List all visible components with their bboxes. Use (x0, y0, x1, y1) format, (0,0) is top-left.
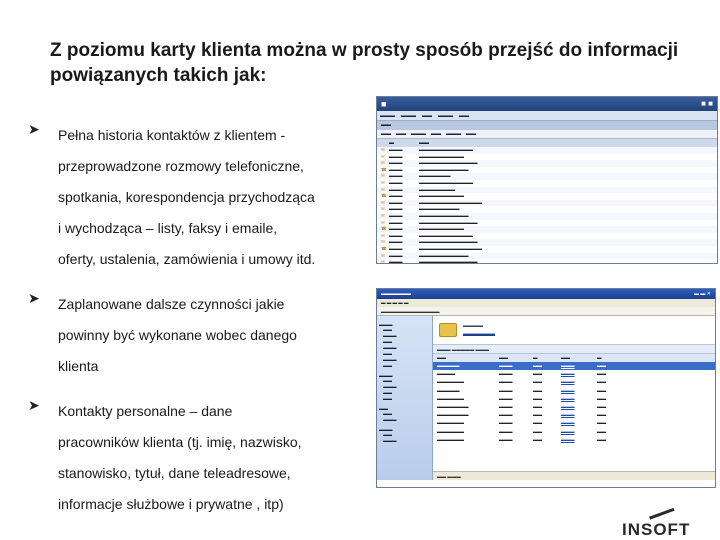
table-row: ▬▬▬▬▬▬ ▬▬▬ ▬▬ ▬▬▬ ▬▬ (437, 395, 606, 401)
table-row: ✉ ▬▬▬ ▬▬▬▬▬▬▬▬▬▬▬ (377, 252, 717, 260)
window-table-body: ▬▬▬▬▬ ▬▬▬ ▬▬ ▬▬▬ ▬▬ ▬▬▬▬ ▬▬▬ ▬▬ ▬▬▬ ▬▬ ▬▬▬▬▬▬ ▬▬▬… (433, 362, 715, 444)
window-page-header: ▬▬▬▬ ▬▬▬▬ (433, 316, 715, 344)
window-table-header: ▬▬ ▬▬ ▬ ▬▬ ▬ (433, 354, 715, 362)
crm-window-screenshot: ▬▬▬▬▬▬ ▬ ▬ ✕ ▬ ▬ ▬ ▬ ▬ ▬▬▬▬▬▬▬▬▬▬▬▬▬ ▬▬▬ … (376, 288, 716, 488)
table-row: ▬▬▬▬▬▬ ▬▬▬ ▬▬ ▬▬▬ ▬▬ (437, 428, 606, 434)
crm-history-screenshot: ■ ■ ■ ▬▬▬ ▬▬▬ ▬▬ ▬▬▬ ▬▬ ▬▬ ▬▬ ▬▬ ▬▬▬ ▬▬ ▬▬▬ ▬▬ ▬ ▬▬… (376, 96, 718, 264)
table-row: ▬▬▬▬▬▬ ▬▬▬ ▬▬ ▬▬▬ ▬▬ (437, 436, 606, 442)
bullet-line: i wychodząca – listy, faksy i emaile, (58, 220, 278, 236)
window-sidebar: ▬▬▬ ▬▬ ▬▬▬ ▬▬ ▬▬▬ ▬▬ ▬▬▬ ▬▬ ▬▬▬ ▬▬ ▬▬▬ ▬▬ ▬▬ ▬▬ ▬… (377, 316, 433, 480)
bullet-line: klienta (58, 358, 99, 374)
bullet-line: przeprowadzone rozmowy telefoniczne, (58, 158, 304, 174)
table-row: ☎ ▬▬▬ ▬▬▬▬▬▬▬▬▬▬ (381, 193, 464, 199)
table-row: ✉ ▬▬▬ ▬▬▬▬▬▬▬ (377, 173, 717, 180)
folder-icon (439, 323, 457, 337)
table-row: ✉ ▬▬▬ ▬▬▬▬▬▬▬▬▬▬▬▬▬ (377, 160, 717, 167)
table-row: ✉ ▬▬▬ ▬▬▬▬▬▬▬▬ (377, 186, 717, 194)
table-row: ▬▬▬▬▬▬ ▬▬▬ ▬▬ ▬▬▬ ▬▬ (437, 420, 606, 426)
bullet-line: informacje służbowe i prywatne , itp) (58, 496, 284, 512)
screenshot-table-body: ✉ ▬▬▬ ▬▬▬▬▬▬▬▬▬▬▬▬ ✉ ▬▬▬ ▬▬▬▬▬▬▬▬▬▬ ✉ ▬▬▬ ▬▬▬▬… (377, 147, 717, 264)
screenshot-header: ■ ■ ■ (377, 97, 717, 111)
bullet-line: spotkania, korespondencja przychodząca (58, 189, 315, 205)
screenshot-nav: ▬▬▬ ▬▬▬ ▬▬ ▬▬▬ ▬▬ (377, 111, 717, 121)
table-row: ✉ ▬▬▬ ▬▬▬▬▬▬▬▬▬ (381, 206, 460, 212)
table-row: ▬▬▬▬▬▬▬ ▬▬▬ ▬▬ ▬▬▬ ▬▬ (437, 403, 606, 409)
screenshot-table-header: ▬ ▬▬ (377, 139, 717, 147)
table-row: ☎ ▬▬▬ ▬▬▬▬▬▬▬▬▬▬▬▬▬▬ (381, 245, 482, 251)
table-row: ✉ ▬▬▬ ▬▬▬▬▬▬▬▬▬▬ (381, 153, 464, 159)
slide-title: Z poziomu karty klienta można w prosty s… (50, 40, 679, 86)
screenshot-subheader: ▬▬ (377, 121, 717, 130)
table-row: ☎ ▬▬▬ ▬▬▬▬▬▬▬▬▬▬ (377, 226, 717, 233)
arrow-bullet-icon: ➤ (28, 397, 40, 413)
bullet-personal-contacts: ➤ Kontakty personalne – dane pracowników… (28, 396, 373, 520)
bullet-line: pracowników klienta (tj. imię, nazwisko, (58, 434, 302, 450)
bullet-line: Kontakty personalne – dane (58, 403, 233, 419)
bullet-line: oferty, ustalenia, zamówienia i umowy it… (58, 251, 316, 267)
window-main: ▬▬▬▬ ▬▬▬▬ ▬▬▬ ▬▬▬▬▬ ▬▬▬ ▬▬ ▬▬ ▬ ▬▬ ▬ ▬▬▬▬▬ ▬▬▬… (433, 316, 715, 480)
table-row: ✉ ▬▬▬ ▬▬▬▬▬▬▬▬▬▬▬▬ (377, 147, 717, 154)
table-row: ✉ ▬▬▬ ▬▬▬▬▬▬▬▬▬▬▬▬▬ (381, 259, 478, 264)
bullet-line: powinny być wykonane wobec danego (58, 327, 297, 343)
window-empty-area (433, 444, 715, 471)
window-filterbar: ▬▬▬ ▬▬▬▬▬ ▬▬▬ (433, 344, 715, 354)
table-row: ▬▬▬▬▬▬ ▬▬▬ ▬▬ ▬▬▬ ▬▬ (437, 379, 606, 385)
table-row: ✉ ▬▬▬ ▬▬▬▬▬▬▬▬▬▬▬▬ (381, 179, 473, 185)
table-row: ▬▬▬▬ ▬▬▬ ▬▬ ▬▬▬ ▬▬ (437, 371, 606, 377)
bullet-planned-tasks: ➤ Zaplanowane dalsze czynności jakie pow… (28, 289, 373, 382)
arrow-bullet-icon: ➤ (28, 121, 40, 137)
window-addressbar: ▬▬▬▬▬▬▬▬▬▬▬▬▬ (377, 307, 715, 316)
table-row: ☎ ▬▬▬ ▬▬▬▬▬▬▬▬▬▬▬ (381, 166, 469, 172)
bullet-line: Pełna historia kontaktów z klientem - (58, 127, 286, 143)
table-row: ▬▬▬▬▬ ▬▬▬ ▬▬ ▬▬▬ ▬▬ (437, 387, 606, 393)
bullet-list: ➤ Pełna historia kontaktów z klientem - … (28, 120, 373, 534)
table-row: ✉ ▬▬▬ ▬▬▬▬▬▬▬▬▬▬▬▬ (381, 232, 473, 238)
table-row: ✉ ▬▬▬ ▬▬▬▬▬▬▬▬▬▬▬▬▬ (381, 219, 478, 225)
window-menubar: ▬ ▬ ▬ ▬ ▬ (377, 299, 715, 307)
window-body: ▬▬▬ ▬▬ ▬▬▬ ▬▬ ▬▬▬ ▬▬ ▬▬▬ ▬▬ ▬▬▬ ▬▬ ▬▬▬ ▬▬ ▬▬ ▬▬ ▬… (377, 316, 715, 480)
window-titlebar: ▬▬▬▬▬▬ ▬ ▬ ✕ (377, 289, 715, 299)
table-row: ✉ ▬▬▬ ▬▬▬▬▬▬▬▬▬▬▬▬▬ (377, 239, 717, 246)
table-row: ✉ ▬▬▬ ▬▬▬▬▬▬▬▬▬▬▬ (377, 212, 717, 220)
table-row: ▬▬▬▬▬▬▬ ▬▬▬ ▬▬ ▬▬▬ ▬▬ (437, 412, 606, 418)
screenshot-tabs: ▬▬ ▬▬ ▬▬▬ ▬▬ ▬▬▬ ▬▬ (377, 130, 717, 139)
bullet-contact-history: ➤ Pełna historia kontaktów z klientem - … (28, 120, 373, 275)
arrow-bullet-icon: ➤ (28, 290, 40, 306)
table-row: ✉ ▬▬▬ ▬▬▬▬▬▬▬▬▬▬▬▬▬▬ (377, 199, 717, 207)
bullet-line: Zaplanowane dalsze czynności jakie (58, 296, 285, 312)
window-statusbar: ▬▬ ▬▬▬ (433, 471, 715, 480)
insoft-logo: INSOFT (622, 507, 720, 540)
bullet-line: stanowisko, tytuł, dane teleadresowe, (58, 465, 291, 481)
table-row: ▬▬▬▬▬ ▬▬▬ ▬▬ ▬▬▬ ▬▬ (433, 362, 715, 371)
